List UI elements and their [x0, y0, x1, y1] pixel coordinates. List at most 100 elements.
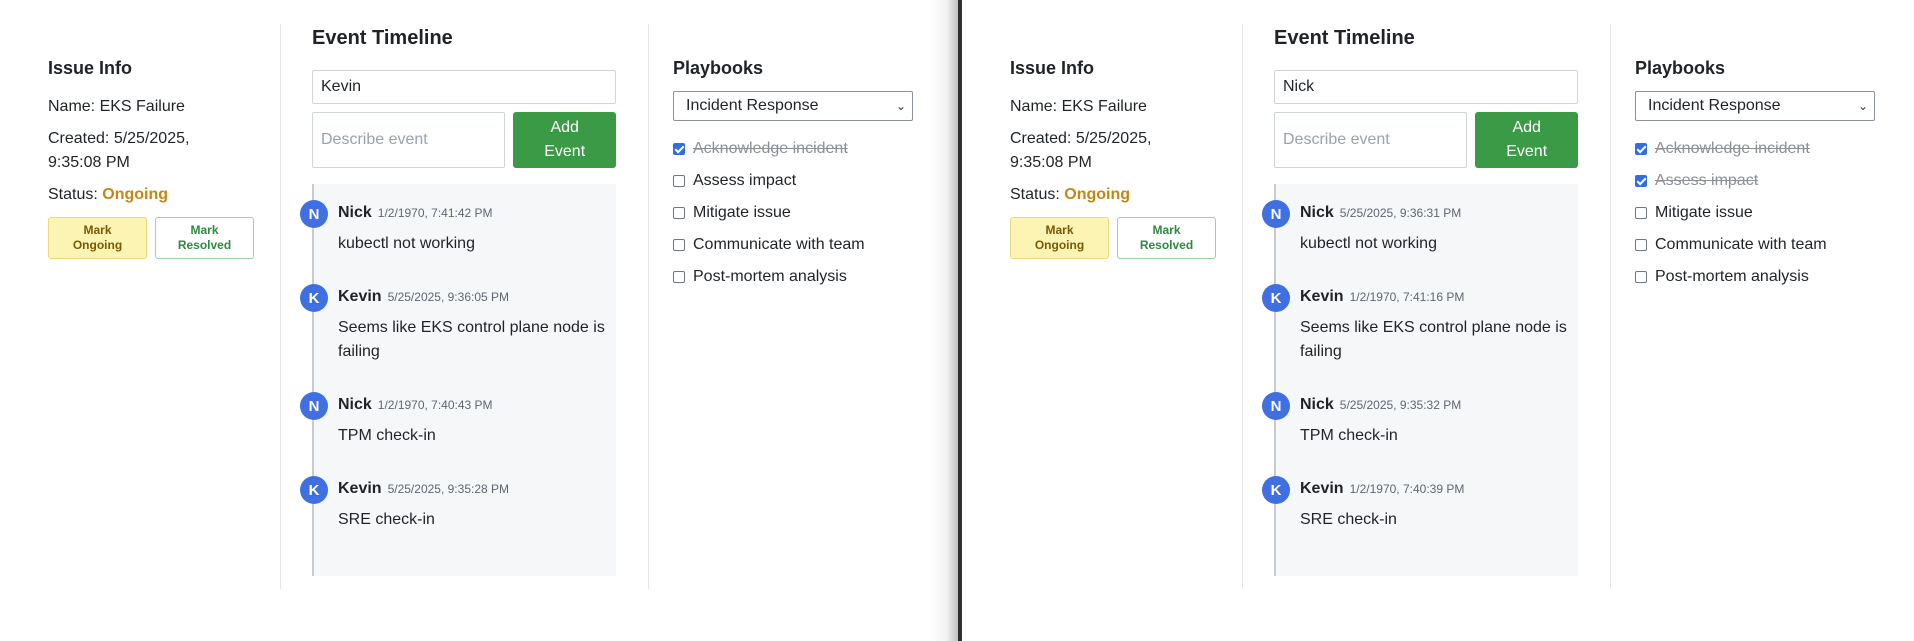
- checklist-label: Post-mortem analysis: [693, 268, 847, 285]
- avatar: N: [1262, 392, 1290, 420]
- status-label: Status:: [1010, 186, 1065, 203]
- playbooks-panel: Playbooks Incident Response ⌄ Acknowledg…: [673, 58, 913, 293]
- checklist-item[interactable]: Communicate with team: [1635, 229, 1875, 261]
- issue-created-date: Created: 5/25/2025,: [1010, 130, 1152, 147]
- mark-resolved-label-2: Resolved: [177, 238, 232, 252]
- checklist-item[interactable]: Acknowledge incident: [1635, 133, 1875, 165]
- add-event-button[interactable]: Add Event: [1475, 112, 1578, 168]
- add-event-button[interactable]: Add Event: [513, 112, 616, 168]
- checklist-label: Communicate with team: [1655, 236, 1827, 253]
- playbooks-panel: Playbooks Incident Response ⌄ Acknowledg…: [1635, 58, 1875, 293]
- mark-resolved-button[interactable]: Mark Resolved: [1117, 217, 1216, 259]
- event-timestamp: 1/2/1970, 7:41:42 PM: [377, 206, 493, 220]
- event-text: Seems like EKS control plane node is fai…: [338, 319, 605, 360]
- event-list: N Nick 1/2/1970, 7:41:42 PM kubectl not w…: [300, 184, 616, 576]
- playbook-checklist: Acknowledge incident Assess impact Mitig…: [673, 133, 913, 293]
- column-divider: [1610, 24, 1611, 589]
- event-text: Seems like EKS control plane node is fai…: [1300, 319, 1567, 360]
- author-name-input[interactable]: Kevin: [312, 70, 616, 104]
- mark-ongoing-label-1: Mark: [83, 223, 112, 237]
- checkbox[interactable]: [673, 175, 685, 187]
- add-event-row: Describe event Add Event: [1274, 112, 1578, 168]
- status-buttons: Mark Ongoing Mark Resolved: [48, 217, 258, 259]
- event-author: Kevin: [1300, 480, 1344, 497]
- event-timestamp: 5/25/2025, 9:36:05 PM: [387, 290, 510, 304]
- add-event-label-1: Add: [550, 119, 579, 136]
- event-author: Kevin: [1300, 288, 1344, 305]
- issue-status: Status: Ongoing: [48, 183, 258, 207]
- browser-window-left: Issue Info Name: EKS Failure Created: 5/…: [0, 0, 958, 641]
- issue-created: Created: 5/25/2025, 9:35:08 PM: [1010, 127, 1220, 175]
- event-description-input[interactable]: Describe event: [312, 112, 506, 168]
- avatar: K: [300, 284, 328, 312]
- checklist-item[interactable]: Assess impact: [1635, 165, 1875, 197]
- checklist-label: Acknowledge incident: [1655, 140, 1810, 157]
- mark-resolved-button[interactable]: Mark Resolved: [155, 217, 254, 259]
- checklist-label: Assess impact: [693, 172, 797, 189]
- checkbox[interactable]: [1635, 175, 1647, 187]
- checkbox[interactable]: [673, 143, 685, 155]
- checkbox[interactable]: [673, 271, 685, 283]
- checklist-item[interactable]: Mitigate issue: [673, 197, 913, 229]
- event-timestamp: 5/25/2025, 9:36:31 PM: [1339, 206, 1462, 220]
- event-timestamp: 1/2/1970, 7:40:43 PM: [377, 398, 493, 412]
- avatar: K: [1262, 476, 1290, 504]
- checkbox[interactable]: [673, 239, 685, 251]
- issue-created: Created: 5/25/2025, 9:35:08 PM: [48, 127, 258, 175]
- issue-info-heading: Issue Info: [1010, 58, 1095, 78]
- window-shadow: [930, 0, 960, 641]
- playbook-select[interactable]: Incident Response ⌄: [1635, 91, 1875, 121]
- event-author: Nick: [338, 204, 372, 221]
- checklist-item[interactable]: Communicate with team: [673, 229, 913, 261]
- add-event-label-1: Add: [1512, 119, 1541, 136]
- event-description-input[interactable]: Describe event: [1274, 112, 1468, 168]
- event-text: SRE check-in: [338, 511, 435, 528]
- event-timestamp: 1/2/1970, 7:40:39 PM: [1349, 482, 1465, 496]
- status-value: Ongoing: [102, 186, 169, 203]
- issue-created-time: 9:35:08 PM: [48, 154, 130, 171]
- event-timeline-panel: Event Timeline Nick Describe event Add Ev…: [1262, 24, 1578, 576]
- avatar: N: [300, 392, 328, 420]
- timeline-rail: [1274, 184, 1276, 576]
- checkbox[interactable]: [673, 207, 685, 219]
- issue-status: Status: Ongoing: [1010, 183, 1220, 207]
- playbook-select-value: Incident Response: [686, 97, 819, 114]
- event-text: kubectl not working: [1300, 235, 1437, 252]
- issue-created-time: 9:35:08 PM: [1010, 154, 1092, 171]
- add-event-label-2: Event: [1506, 143, 1548, 160]
- playbook-select[interactable]: Incident Response ⌄: [673, 91, 913, 121]
- checklist-item[interactable]: Post-mortem analysis: [1635, 261, 1875, 293]
- avatar: N: [300, 200, 328, 228]
- checkbox[interactable]: [1635, 143, 1647, 155]
- checklist-label: Acknowledge incident: [693, 140, 848, 157]
- event-timestamp: 5/25/2025, 9:35:28 PM: [387, 482, 510, 496]
- column-divider: [1242, 24, 1243, 589]
- timeline-heading: Event Timeline: [1274, 27, 1415, 49]
- event-author: Nick: [1300, 396, 1334, 413]
- checklist-label: Communicate with team: [693, 236, 865, 253]
- mark-ongoing-label-1: Mark: [1045, 223, 1074, 237]
- chevron-down-icon: ⌄: [895, 99, 906, 113]
- event-text: TPM check-in: [1300, 427, 1398, 444]
- author-name-input[interactable]: Nick: [1274, 70, 1578, 104]
- status-value: Ongoing: [1064, 186, 1131, 203]
- playbook-checklist: Acknowledge incident Assess impact Mitig…: [1635, 133, 1875, 293]
- checklist-item[interactable]: Acknowledge incident: [673, 133, 913, 165]
- playbooks-heading: Playbooks: [1635, 58, 1726, 78]
- checklist-item[interactable]: Mitigate issue: [1635, 197, 1875, 229]
- checklist-label: Mitigate issue: [1655, 204, 1753, 221]
- mark-ongoing-button[interactable]: Mark Ongoing: [1010, 217, 1109, 259]
- checklist-label: Mitigate issue: [693, 204, 791, 221]
- issue-created-date: Created: 5/25/2025,: [48, 130, 190, 147]
- mark-ongoing-button[interactable]: Mark Ongoing: [48, 217, 147, 259]
- browser-window-right: Issue Info Name: EKS Failure Created: 5/…: [962, 0, 1914, 641]
- checkbox[interactable]: [1635, 271, 1647, 283]
- column-divider: [648, 24, 649, 589]
- checkbox[interactable]: [1635, 239, 1647, 251]
- event-text: kubectl not working: [338, 235, 475, 252]
- issue-info-panel: Issue Info Name: EKS Failure Created: 5/…: [1010, 58, 1220, 259]
- checklist-item[interactable]: Post-mortem analysis: [673, 261, 913, 293]
- checkbox[interactable]: [1635, 207, 1647, 219]
- timeline-heading: Event Timeline: [312, 27, 453, 49]
- checklist-item[interactable]: Assess impact: [673, 165, 913, 197]
